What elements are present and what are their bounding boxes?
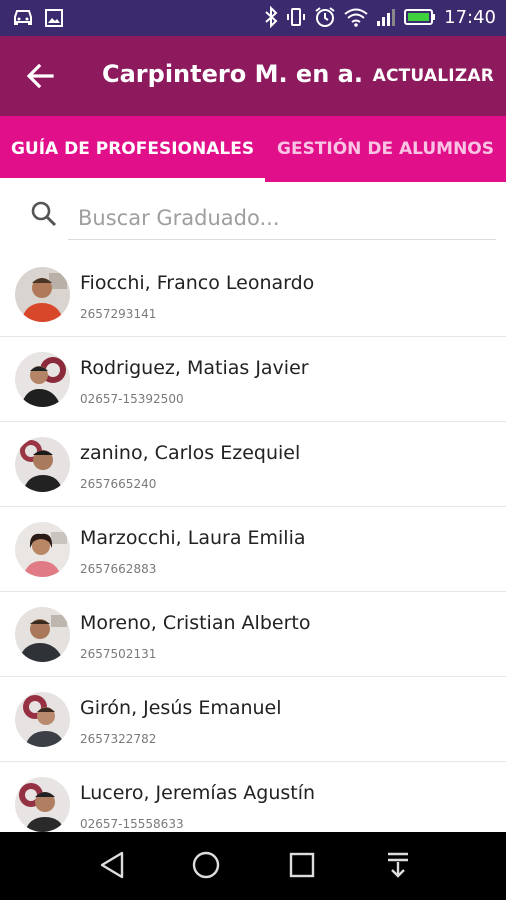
- car-icon: [12, 8, 34, 28]
- nav-back-icon[interactable]: [98, 850, 126, 884]
- app-bar: Carpintero M. en a... ACTUALIZAR: [0, 36, 506, 116]
- notification-shade-icon[interactable]: [384, 850, 412, 884]
- navigation-bar: [0, 832, 506, 900]
- battery-icon: [404, 8, 436, 26]
- graduate-name: zanino, Carlos Ezequiel: [80, 442, 301, 464]
- graduate-phone: 2657322782: [80, 732, 157, 746]
- avatar: [15, 267, 70, 322]
- graduate-name: Rodriguez, Matias Javier: [80, 357, 309, 379]
- list-item[interactable]: Lucero, Jeremías Agustín 02657-15558633: [0, 762, 506, 832]
- tab-professional-guide[interactable]: GUÍA DE PROFESIONALES: [0, 116, 265, 182]
- search-bar: [0, 182, 506, 252]
- avatar: [15, 437, 70, 492]
- signal-icon: [376, 7, 396, 27]
- image-icon: [44, 8, 64, 28]
- alarm-icon: [314, 6, 336, 28]
- wifi-icon: [344, 7, 368, 27]
- arrow-back-icon: [26, 63, 54, 89]
- refresh-button[interactable]: ACTUALIZAR: [373, 66, 494, 86]
- graduate-phone: 2657665240: [80, 477, 157, 491]
- tab-bar: GUÍA DE PROFESIONALES GESTIÓN DE ALUMNOS: [0, 116, 506, 182]
- graduate-name: Girón, Jesús Emanuel: [80, 697, 282, 719]
- avatar: [15, 522, 70, 577]
- graduates-list: Fiocchi, Franco Leonardo 2657293141 Rodr…: [0, 252, 506, 832]
- back-button[interactable]: [22, 58, 58, 94]
- status-bar: 17:40: [0, 0, 506, 36]
- nav-home-icon[interactable]: [191, 850, 221, 884]
- graduate-name: Moreno, Cristian Alberto: [80, 612, 311, 634]
- list-item[interactable]: Marzocchi, Laura Emilia 2657662883: [0, 507, 506, 592]
- graduate-name: Lucero, Jeremías Agustín: [80, 782, 316, 804]
- graduate-phone: 2657502131: [80, 647, 157, 661]
- graduate-phone: 2657662883: [80, 562, 157, 576]
- avatar: [15, 692, 70, 747]
- list-item[interactable]: zanino, Carlos Ezequiel 2657665240: [0, 422, 506, 507]
- list-item[interactable]: Moreno, Cristian Alberto 2657502131: [0, 592, 506, 677]
- avatar: [15, 777, 70, 832]
- graduate-name: Fiocchi, Franco Leonardo: [80, 272, 315, 294]
- graduate-phone: 02657-15392500: [80, 392, 184, 406]
- tab-student-management[interactable]: GESTIÓN DE ALUMNOS: [265, 116, 506, 182]
- clock-text: 17:40: [444, 6, 496, 28]
- bluetooth-icon: [264, 6, 278, 28]
- list-item[interactable]: Girón, Jesús Emanuel 2657322782: [0, 677, 506, 762]
- vibrate-icon: [286, 6, 306, 28]
- graduate-name: Marzocchi, Laura Emilia: [80, 527, 306, 549]
- nav-recents-icon[interactable]: [288, 850, 316, 884]
- graduate-phone: 2657293141: [80, 307, 157, 321]
- page-title: Carpintero M. en a...: [102, 60, 362, 88]
- avatar: [15, 352, 70, 407]
- search-input[interactable]: [68, 196, 496, 240]
- search-icon: [30, 200, 58, 232]
- list-item[interactable]: Rodriguez, Matias Javier 02657-15392500: [0, 337, 506, 422]
- graduate-phone: 02657-15558633: [80, 817, 184, 831]
- avatar: [15, 607, 70, 662]
- list-item[interactable]: Fiocchi, Franco Leonardo 2657293141: [0, 252, 506, 337]
